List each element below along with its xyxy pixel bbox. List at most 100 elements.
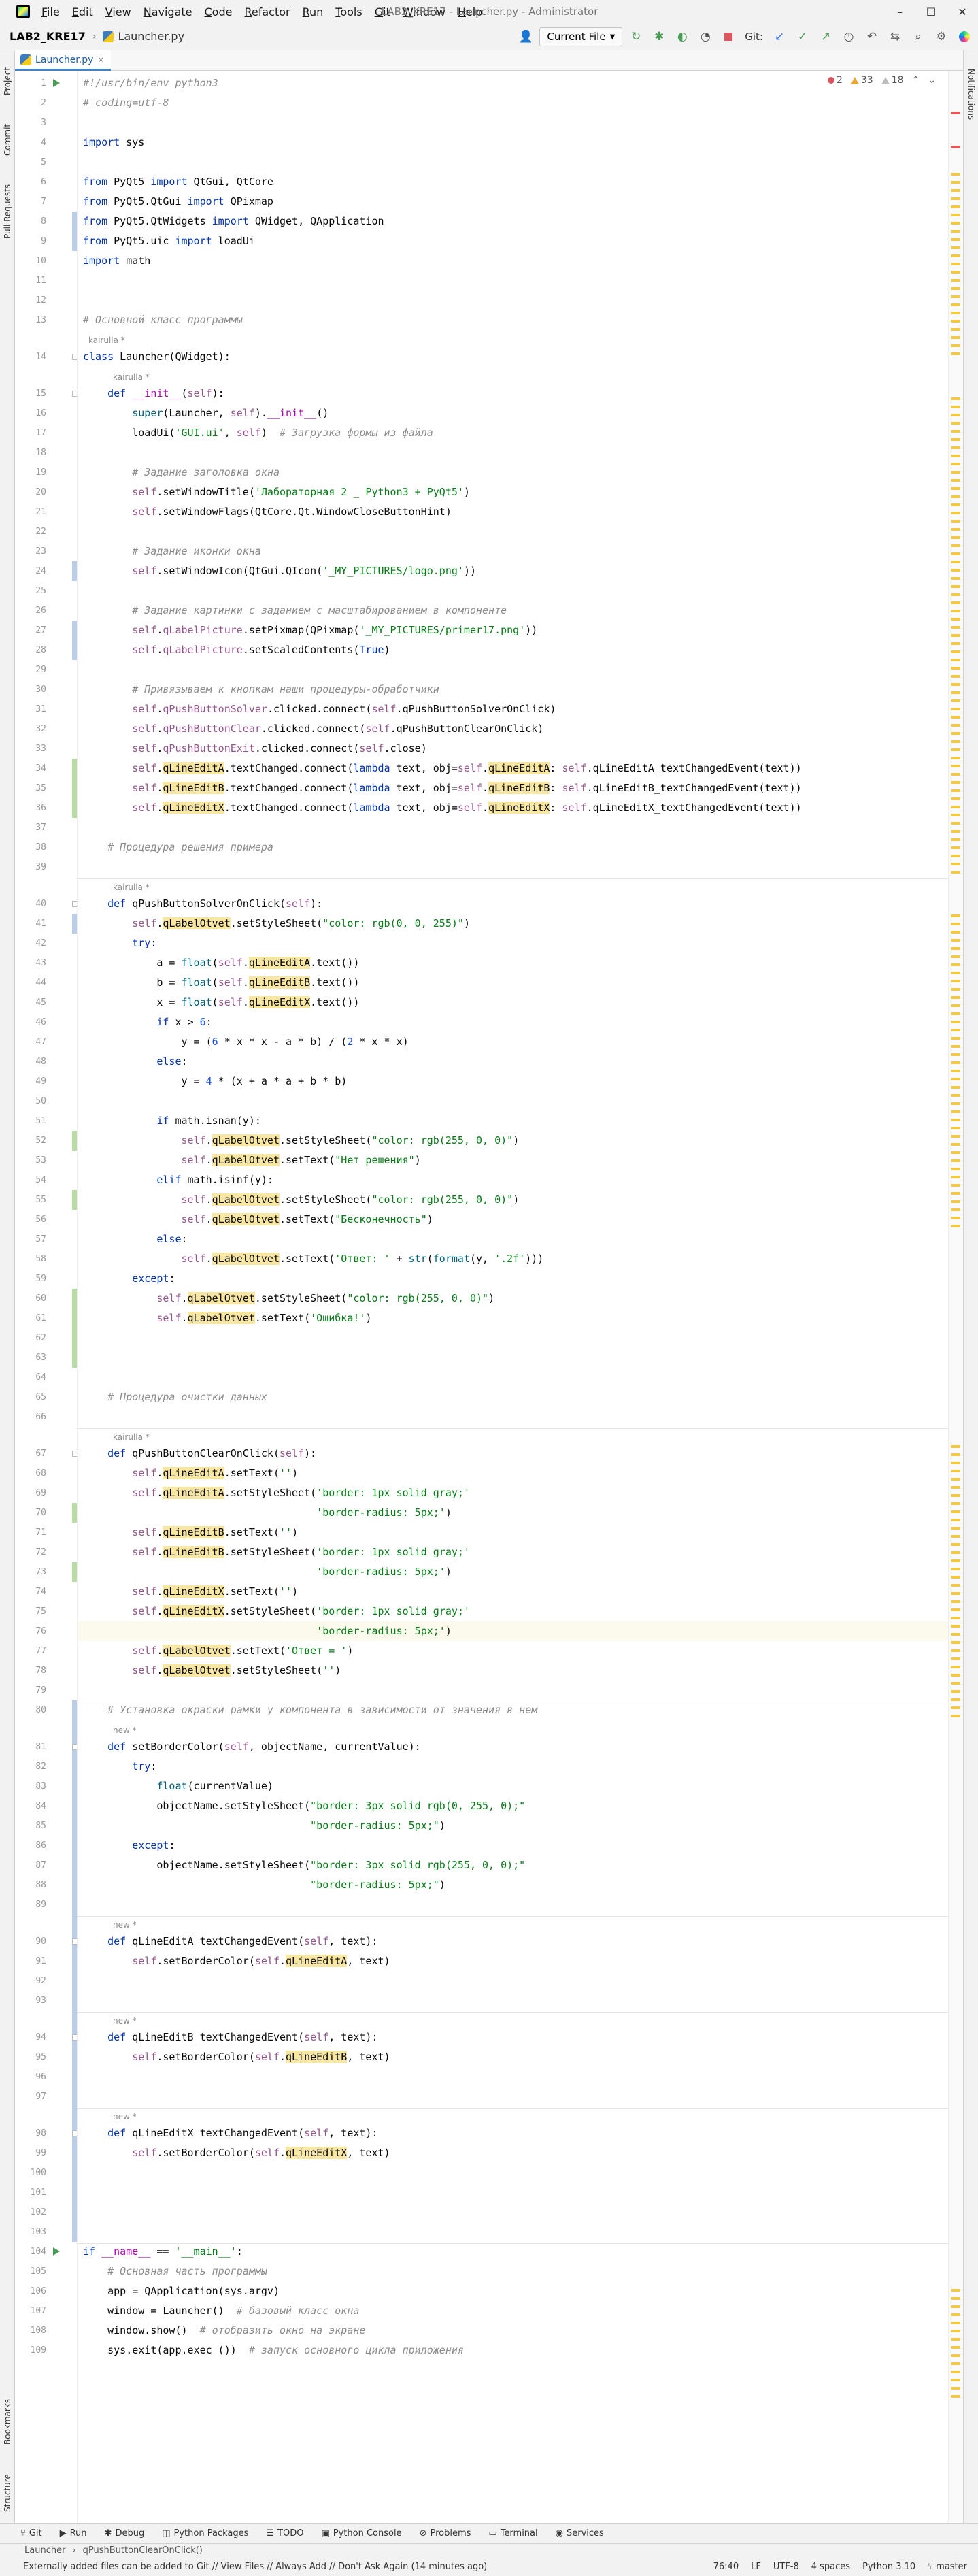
warning-stripe-mark[interactable] [951,1649,960,1652]
warning-stripe-mark[interactable] [951,626,960,629]
warning-stripe-mark[interactable] [951,312,960,314]
warning-stripe-mark[interactable] [951,577,960,580]
warning-stripe-mark[interactable] [951,246,960,249]
code-line[interactable] [78,2163,948,2183]
code-line[interactable] [78,1328,948,1348]
warning-stripe-mark[interactable] [951,2297,960,2300]
warning-stripe-mark[interactable] [951,1086,960,1089]
warning-stripe-mark[interactable] [951,757,960,759]
code-line[interactable]: except: [78,1269,948,1289]
warning-stripe-mark[interactable] [951,675,960,678]
menu-item-code[interactable]: Code [199,5,239,18]
warning-stripe-mark[interactable] [951,838,960,841]
warning-stripe-mark[interactable] [951,520,960,523]
warning-stripe-mark[interactable] [951,2338,960,2341]
menu-item-file[interactable]: File [35,5,66,18]
close-tab-icon[interactable]: ✕ [97,55,104,65]
warning-stripe-mark[interactable] [951,1061,960,1064]
code-line[interactable]: from PyQt5.uic import loadUi [78,231,948,251]
warning-stripe-mark[interactable] [951,1151,960,1154]
warning-stripe-mark[interactable] [951,254,960,257]
tool-window-debug[interactable]: ✱ Debug [105,2528,145,2539]
warning-stripe-mark[interactable] [951,1535,960,1538]
code-line[interactable]: else: [78,1052,948,1072]
code-line[interactable] [78,2183,948,2202]
warning-stripe-mark[interactable] [951,650,960,653]
warning-stripe-mark[interactable] [951,1568,960,1570]
code-line[interactable]: def qLineEditB_textChangedEvent(self, te… [78,2028,948,2047]
warning-stripe-mark[interactable] [951,397,960,400]
warning-stripe-mark[interactable] [951,512,960,514]
tool-window-python-console[interactable]: ▣ Python Console [321,2528,401,2539]
code-line[interactable]: # Основной класс программы [78,310,948,330]
tool-window-python-packages[interactable]: ◫ Python Packages [162,2528,248,2539]
user-icon[interactable]: 👤 [516,27,535,46]
warning-stripe-mark[interactable] [951,1478,960,1481]
warning-stripe-mark[interactable] [951,781,960,784]
warning-stripe-mark[interactable] [951,724,960,727]
code-line[interactable]: self.qLabelOtvet.setText('Ответ = ') [78,1641,948,1661]
tool-window-todo[interactable]: ☰ TODO [266,2528,303,2539]
code-line[interactable] [78,1407,948,1427]
warning-stripe-mark[interactable] [951,1094,960,1097]
warning-stripe-mark[interactable] [951,2371,960,2373]
warning-stripe-mark[interactable] [951,748,960,751]
warning-stripe-mark[interactable] [951,430,960,433]
code-line[interactable]: self.setBorderColor(self.qLineEditB, tex… [78,2047,948,2067]
warning-stripe-mark[interactable] [951,1576,960,1579]
warning-stripe-mark[interactable] [951,642,960,645]
warning-stripe-mark[interactable] [951,773,960,776]
warning-stripe-mark[interactable] [951,1029,960,1031]
structure-tool-tab[interactable]: Structure [0,2466,15,2520]
code-line[interactable] [78,2202,948,2222]
project-tool-tab[interactable]: Project [0,57,15,105]
warning-stripe-mark[interactable] [951,980,960,982]
warning-stripe-mark[interactable] [951,996,960,999]
warning-stripe-mark[interactable] [951,931,960,934]
warning-stripe-mark[interactable] [951,479,960,482]
code-area[interactable]: #!/usr/bin/env python3 # coding=utf-8 impo… [78,71,948,2523]
warning-stripe-mark[interactable] [951,406,960,408]
warning-stripe-mark[interactable] [951,173,960,176]
warning-stripe-mark[interactable] [951,536,960,539]
warning-stripe-mark[interactable] [951,691,960,694]
code-line[interactable]: elif math.isinf(y): [78,1170,948,1190]
author-inlay-hint[interactable]: new * [113,1723,137,1738]
code-line[interactable]: self.qLineEditB.setStyleSheet('border: 1… [78,1542,948,1562]
warning-stripe-mark[interactable] [951,1641,960,1644]
error-stripe-scrollbar[interactable] [948,71,963,2523]
author-inlay-hint[interactable]: kairulla * [113,880,150,895]
code-line[interactable]: self.qLineEditB.textChanged.connect(lamb… [78,778,948,798]
warning-stripe-mark[interactable] [951,1706,960,1709]
profile-icon[interactable]: ◔ [696,27,715,46]
warning-stripe-mark[interactable] [951,1666,960,1668]
code-line[interactable]: # coding=utf-8 [78,93,948,113]
maximize-button[interactable]: ☐ [915,0,947,23]
author-inlay-hint[interactable]: kairulla * [88,333,125,348]
warning-stripe-mark[interactable] [951,414,960,416]
warning-stripe-mark[interactable] [951,814,960,816]
caret-position[interactable]: 76:40 [713,2562,739,2572]
menu-item-edit[interactable]: Edit [66,5,99,18]
warning-stripe-mark[interactable] [951,1037,960,1040]
warning-stripe-mark[interactable] [951,1119,960,1121]
warning-stripe-mark[interactable] [951,1527,960,1530]
code-line[interactable]: self.qLineEditX.setText('') [78,1582,948,1602]
warning-stripe-mark[interactable] [951,1633,960,1636]
code-line[interactable] [78,1971,948,1991]
project-breadcrumb[interactable]: LAB2_KRE17 [10,30,86,43]
warning-stripe-mark[interactable] [951,552,960,555]
code-line[interactable]: from PyQt5.QtWidgets import QWidget, QAp… [78,212,948,231]
warning-stripe-mark[interactable] [951,601,960,604]
code-line[interactable]: if x > 6: [78,1012,948,1032]
warning-stripe-mark[interactable] [951,1690,960,1693]
vcs-added-marker[interactable] [72,1190,77,1210]
code-line[interactable]: def qLineEditA_textChangedEvent(self, te… [78,1932,948,1951]
stop-icon[interactable] [719,27,738,46]
warning-stripe-mark[interactable] [951,1510,960,1513]
code-line[interactable]: self.qPushButtonSolver.clicked.connect(s… [78,699,948,719]
warning-stripe-mark[interactable] [951,2289,960,2292]
file-breadcrumb[interactable]: Launcher.py [103,30,184,43]
warning-stripe-mark[interactable] [951,947,960,950]
code-line[interactable]: # Задание картинки с заданием с масштаби… [78,601,948,621]
